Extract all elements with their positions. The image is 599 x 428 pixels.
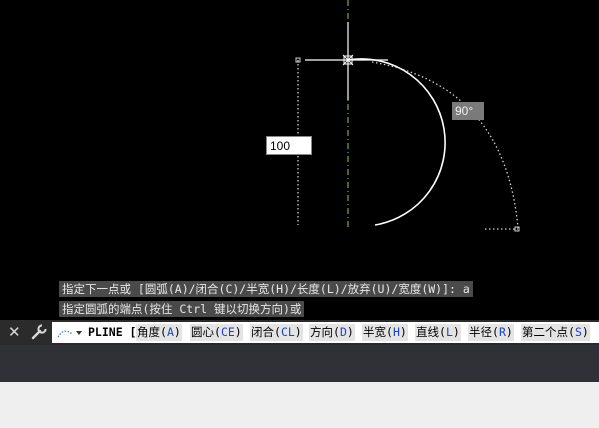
drawing-canvas[interactable]: 100 90° 指定下一点或 [圆弧(A)/闭合(C)/半宽(H)/长度(L)/… bbox=[0, 0, 599, 320]
command-line-bar: ✕ PLINE [ 角度(A) 圆心(CE) 闭合(CL) 方向(D) 半宽(H… bbox=[0, 320, 599, 345]
option-close[interactable]: 闭合(CL) bbox=[250, 324, 303, 341]
bottom-area bbox=[0, 382, 599, 428]
recent-commands-icon[interactable] bbox=[54, 325, 84, 340]
dynamic-input-field[interactable]: 100 bbox=[266, 136, 312, 155]
status-strip bbox=[0, 345, 599, 382]
pline-arc bbox=[347, 58, 446, 226]
drawing-svg bbox=[295, 0, 520, 232]
wrench-icon[interactable] bbox=[31, 324, 47, 344]
command-prompt: PLINE [ bbox=[88, 325, 137, 339]
command-history-line-2: 指定圆弧的端点(按住 Ctrl 键以切换方向)或 bbox=[59, 301, 305, 317]
option-center[interactable]: 圆心(CE) bbox=[190, 324, 243, 341]
option-line[interactable]: 直线(L) bbox=[415, 324, 461, 341]
option-radius[interactable]: 半径(R) bbox=[468, 324, 514, 341]
command-input[interactable]: PLINE [ 角度(A) 圆心(CE) 闭合(CL) 方向(D) 半宽(H) … bbox=[52, 322, 599, 343]
command-history-line-1: 指定下一点或 [圆弧(A)/闭合(C)/半宽(H)/长度(L)/放弃(U)/宽度… bbox=[59, 281, 473, 297]
angle-tooltip: 90° bbox=[452, 102, 484, 120]
option-second-point[interactable]: 第二个点(S) bbox=[521, 324, 590, 341]
close-icon[interactable]: ✕ bbox=[8, 323, 21, 341]
option-direction[interactable]: 方向(D) bbox=[309, 324, 355, 341]
option-angle[interactable]: 角度(A) bbox=[136, 324, 182, 341]
option-halfwidth[interactable]: 半宽(H) bbox=[362, 324, 408, 341]
